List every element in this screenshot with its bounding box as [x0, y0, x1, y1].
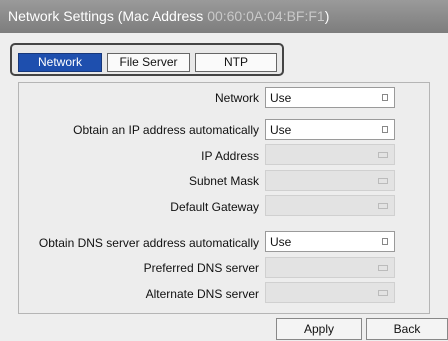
- keyboard-icon: [378, 152, 388, 158]
- title-suffix: ): [324, 8, 330, 24]
- subnet-mask-field: [265, 170, 395, 191]
- alternate-dns-field: [265, 282, 395, 303]
- title-bar: Network Settings (Mac Address 00:60:0A:0…: [0, 0, 448, 33]
- dropdown-icon: [382, 238, 388, 245]
- tab-file-server[interactable]: File Server: [107, 53, 190, 72]
- network-settings-window: Network Settings (Mac Address 00:60:0A:0…: [0, 0, 448, 341]
- preferred-dns-field: [265, 257, 395, 278]
- dropdown-icon: [382, 94, 388, 101]
- obtain-dns-select-value: Use: [270, 235, 292, 249]
- dropdown-icon: [382, 126, 388, 133]
- preferred-dns-label: Preferred DNS server: [143, 261, 259, 275]
- keyboard-icon: [378, 265, 388, 271]
- keyboard-icon: [378, 290, 388, 296]
- back-button[interactable]: Back: [366, 318, 448, 340]
- keyboard-icon: [378, 203, 388, 209]
- network-label: Network: [214, 91, 259, 105]
- tab-bar: Network File Server NTP: [10, 43, 284, 76]
- ip-address-field: [265, 144, 395, 165]
- tab-ntp[interactable]: NTP: [195, 53, 277, 72]
- obtain-ip-select-value: Use: [270, 123, 292, 137]
- network-select[interactable]: Use: [265, 87, 395, 108]
- obtain-dns-select[interactable]: Use: [265, 231, 395, 252]
- mac-address: 00:60:0A:04:BF:F1: [207, 8, 325, 24]
- default-gateway-label: Default Gateway: [170, 200, 259, 214]
- alternate-dns-label: Alternate DNS server: [145, 287, 259, 301]
- obtain-ip-label: Obtain an IP address automatically: [73, 123, 259, 137]
- window-title: Network Settings (Mac Address: [8, 8, 204, 24]
- keyboard-icon: [378, 178, 388, 184]
- ip-address-label: IP Address: [201, 149, 259, 163]
- obtain-dns-label: Obtain DNS server address automatically: [38, 236, 259, 250]
- subnet-mask-label: Subnet Mask: [188, 174, 259, 188]
- default-gateway-field: [265, 195, 395, 216]
- network-select-value: Use: [270, 91, 292, 105]
- obtain-ip-select[interactable]: Use: [265, 119, 395, 140]
- tab-network[interactable]: Network: [18, 53, 102, 72]
- apply-button[interactable]: Apply: [276, 318, 362, 340]
- network-settings-panel: Network Use Obtain an IP address automat…: [18, 82, 430, 314]
